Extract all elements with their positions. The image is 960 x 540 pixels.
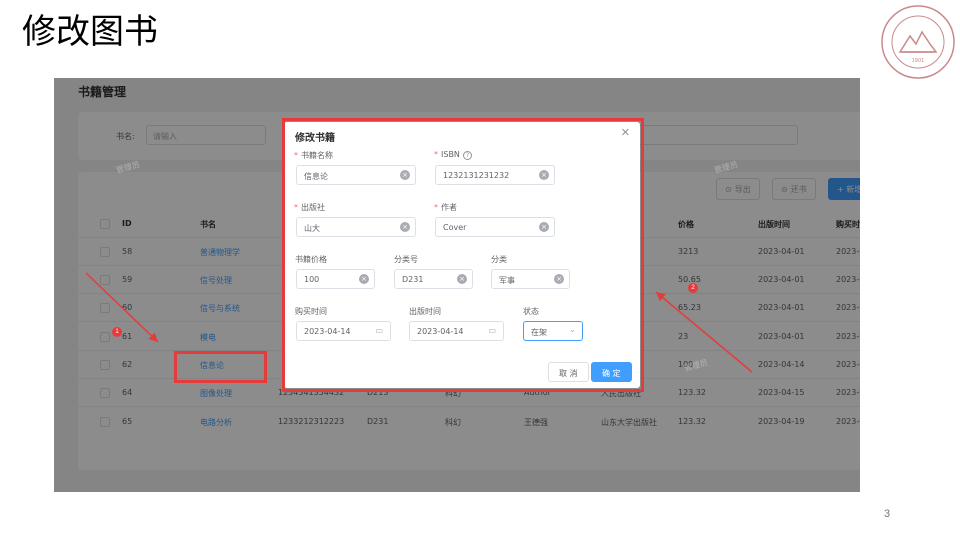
page-number: 3 (884, 508, 891, 520)
annotation-badge-2: 2 (688, 283, 698, 293)
annotation-arrows (85, 272, 753, 373)
arrow-to-row (85, 272, 159, 343)
arrow-to-dialog (655, 291, 753, 373)
annotation-badge-1: 1 (112, 327, 122, 337)
